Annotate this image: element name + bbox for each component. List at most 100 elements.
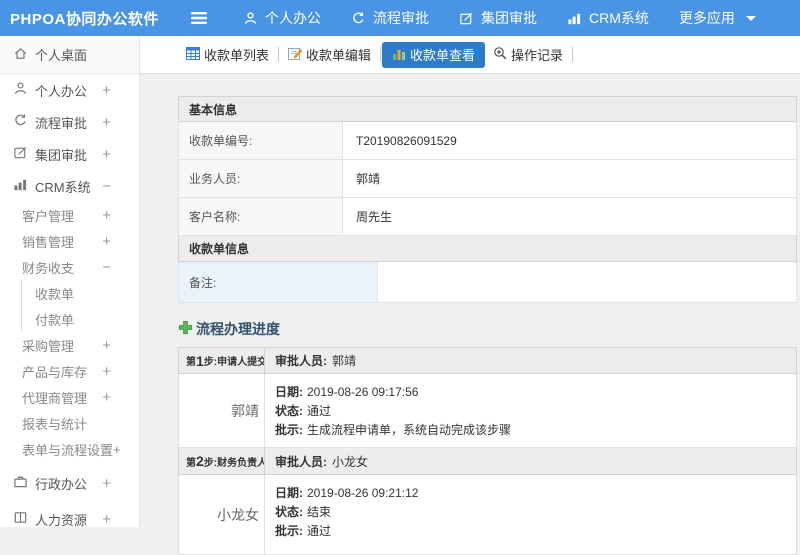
expand-icon: + (102, 475, 139, 492)
sidebar-item-process-approval[interactable]: 流程审批 + (0, 106, 139, 138)
expand-icon: + (102, 337, 139, 354)
step-detail-row: 小龙女 日期:2019-08-26 09:21:12 状态:结束 批示:通过 (178, 475, 797, 555)
approver-name: 郭靖 (179, 374, 265, 447)
sidebar-item-form-process-settings[interactable]: 表单与流程设置 + (0, 436, 139, 462)
view-chart-icon (392, 47, 406, 63)
menu-item-crm[interactable]: CRM系统 (567, 8, 649, 28)
sidebar-item-purchase-mgmt[interactable]: 采购管理 + (0, 332, 139, 358)
tab-receipt-list[interactable]: 收款单列表 (178, 42, 277, 68)
tab-receipt-edit[interactable]: 收款单编辑 (280, 42, 379, 68)
step-detail-lines: 日期:2019-08-26 09:17:56 状态:通过 批示:生成流程申请单，… (265, 374, 796, 447)
step-title: 第1步:申请人提交申请 (179, 348, 265, 373)
table-row: 收款单编号: T20190826091529 (178, 122, 797, 160)
process-icon (351, 11, 366, 26)
sidebar-item-agent-mgmt[interactable]: 代理商管理 + (0, 384, 139, 410)
sidebar-item-group-approval[interactable]: 集团审批 + (0, 138, 139, 170)
section-header-receipt-info: 收款单信息 (178, 236, 797, 262)
app-title: PHPOA协同办公软件 (0, 8, 190, 29)
sidebar-item-crm[interactable]: CRM系统 − (0, 170, 139, 202)
tab-receipt-view[interactable]: 收款单查看 (382, 42, 485, 68)
expand-icon: + (102, 114, 139, 131)
detail-line-comment: 批示:通过 (275, 522, 786, 541)
sidebar-item-admin-office[interactable]: 行政办公 + (0, 468, 139, 498)
detail-line-status: 状态:通过 (275, 402, 786, 421)
top-bar: PHPOA协同办公软件 个人办公 流程审批 集团审批 CRM系统 更多应用 (0, 0, 800, 36)
section-header-basic-info: 基本信息 (178, 96, 797, 122)
tab-bar: 收款单列表 收款单编辑 收款单查看 操作记录 (140, 36, 800, 74)
sidebar-item-receipt[interactable]: 收款单 (22, 280, 139, 306)
edit-doc-icon (288, 47, 302, 63)
expand-icon: + (102, 146, 139, 163)
plus-icon (178, 320, 193, 338)
book-icon (13, 510, 35, 527)
field-value-receipt-no: T20190826091529 (343, 122, 796, 159)
hamburger-menu-icon[interactable] (190, 11, 208, 25)
detail-line-status: 状态:结束 (275, 503, 786, 522)
tab-separator (278, 47, 279, 62)
field-label-receipt-no: 收款单编号: (179, 122, 343, 159)
step-approver: 审批人员: 小龙女 (265, 448, 368, 474)
caret-down-icon (746, 16, 756, 21)
edit-icon (13, 145, 35, 163)
edit-icon (459, 11, 474, 26)
expand-icon: + (102, 389, 139, 406)
menu-item-process-approval[interactable]: 流程审批 (351, 8, 429, 28)
field-value-customer: 周先生 (343, 198, 796, 235)
approver-name: 小龙女 (179, 475, 265, 554)
process-progress-heading: 流程办理进度 (178, 319, 800, 339)
person-icon (13, 81, 35, 99)
step-title: 第2步:财务负责人审批 (179, 448, 265, 474)
content: 基本信息 收款单编号: T20190826091529 业务人员: 郭靖 客户名… (140, 74, 800, 555)
tab-separator (572, 47, 573, 62)
tab-operation-log[interactable]: 操作记录 (485, 42, 571, 68)
sidebar: 个人桌面 个人办公 + 流程审批 + 集团审批 + CRM系统 − 客户管理 +… (0, 36, 140, 527)
step-header-row: 第2步:财务负责人审批 审批人员: 小龙女 (178, 448, 797, 475)
expand-icon: + (102, 207, 139, 224)
list-icon (186, 47, 200, 63)
chart-icon (13, 177, 35, 195)
sidebar-item-personal-office[interactable]: 个人办公 + (0, 74, 139, 106)
menu-item-more-apps[interactable]: 更多应用 (679, 8, 756, 28)
person-icon (243, 11, 258, 26)
table-row: 业务人员: 郭靖 (178, 160, 797, 198)
chart-icon (567, 11, 582, 26)
field-value-salesperson: 郭靖 (343, 160, 796, 197)
expand-icon: + (113, 442, 121, 457)
sidebar-item-customer-mgmt[interactable]: 客户管理 + (0, 202, 139, 228)
field-value-remark (378, 262, 796, 302)
sidebar-item-product-inventory[interactable]: 产品与库存 + (0, 358, 139, 384)
process-steps-table: 第1步:申请人提交申请 审批人员: 郭靖 郭靖 日期:2019-08-26 09… (178, 347, 797, 555)
step-approver: 审批人员: 郭靖 (265, 348, 356, 373)
sidebar-item-desktop[interactable]: 个人桌面 (0, 36, 139, 74)
menu-item-personal-office[interactable]: 个人办公 (243, 8, 321, 28)
expand-icon: + (102, 511, 139, 528)
field-label-customer: 客户名称: (179, 198, 343, 235)
sidebar-item-finance[interactable]: 财务收支 − (0, 254, 139, 280)
expand-icon: + (102, 82, 139, 99)
main-area: 收款单列表 收款单编辑 收款单查看 操作记录 基本信息 收款单编号: T2019… (140, 36, 800, 527)
expand-icon: + (102, 233, 139, 250)
table-row: 备注: (178, 262, 797, 303)
detail-line-comment: 批示:生成流程申请单，系统自动完成该步骤 (275, 421, 786, 440)
collapse-icon: − (102, 259, 139, 276)
collapse-icon: − (102, 178, 139, 195)
expand-icon: + (102, 363, 139, 380)
detail-line-date: 日期:2019-08-26 09:21:12 (275, 484, 786, 503)
sidebar-item-payment[interactable]: 付款单 (22, 306, 139, 332)
home-icon (13, 46, 35, 64)
menu-item-group-approval[interactable]: 集团审批 (459, 8, 537, 28)
step-detail-row: 郭靖 日期:2019-08-26 09:17:56 状态:通过 批示:生成流程申… (178, 374, 797, 448)
process-icon (13, 113, 35, 131)
field-label-remark: 备注: (179, 262, 378, 302)
field-label-salesperson: 业务人员: (179, 160, 343, 197)
sidebar-item-reports[interactable]: 报表与统计 (0, 410, 139, 436)
sidebar-item-sales-mgmt[interactable]: 销售管理 + (0, 228, 139, 254)
table-row: 客户名称: 周先生 (178, 198, 797, 236)
step-detail-lines: 日期:2019-08-26 09:21:12 状态:结束 批示:通过 (265, 475, 796, 554)
top-menu: 个人办公 流程审批 集团审批 CRM系统 更多应用 (228, 8, 771, 28)
detail-line-date: 日期:2019-08-26 09:17:56 (275, 383, 786, 402)
sidebar-item-hr[interactable]: 人力资源 + (0, 504, 139, 527)
step-header-row: 第1步:申请人提交申请 审批人员: 郭靖 (178, 347, 797, 374)
zoom-in-icon (493, 46, 507, 63)
receipt-detail-panel: 基本信息 收款单编号: T20190826091529 业务人员: 郭靖 客户名… (178, 96, 797, 303)
